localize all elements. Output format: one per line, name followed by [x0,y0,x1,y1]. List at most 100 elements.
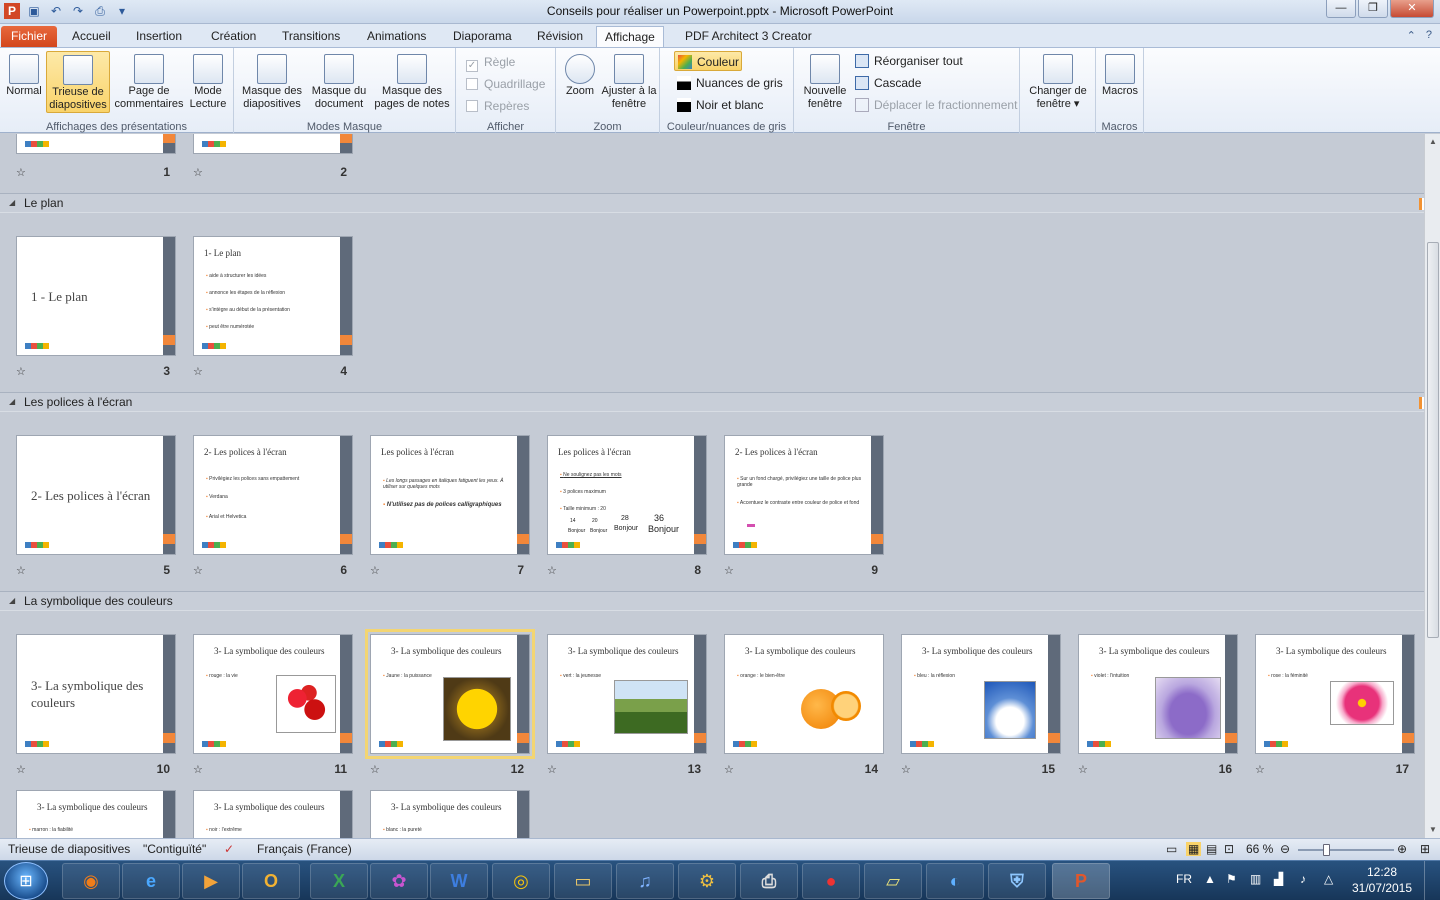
tab-design[interactable]: Création [203,26,264,48]
minimize-button[interactable]: — [1326,0,1356,18]
transition-star-icon[interactable]: ☆ [1078,763,1088,776]
slide-thumbnail-5[interactable]: 2- Les polices à l'écran [16,435,176,555]
slide-thumbnail-14[interactable]: 3- La symbolique des couleurs orange : l… [724,634,884,754]
vertical-scrollbar[interactable]: ▲ ▼ [1424,134,1440,838]
transition-star-icon[interactable]: ☆ [16,763,26,776]
color-button[interactable]: Couleur [674,51,742,71]
transition-star-icon[interactable]: ☆ [16,166,26,179]
section-header-les-polices[interactable]: ◢ Les polices à l'écran [0,392,1424,412]
slideshow-status-icon[interactable]: ⊡ [1224,842,1234,856]
tab-slideshow[interactable]: Diaporama [445,26,520,48]
slide-thumbnail-19[interactable]: 3- La symbolique des couleurs noir : l'e… [193,790,353,838]
chrome-icon[interactable]: ◎ [492,863,550,899]
collapse-triangle-icon[interactable]: ◢ [9,592,15,610]
section-header-le-plan[interactable]: ◢ Le plan [0,193,1424,213]
slide-thumbnail-6[interactable]: 2- Les polices à l'écran Privilégiez les… [193,435,353,555]
scroll-up-icon[interactable]: ▲ [1425,134,1440,150]
notes-master-button[interactable]: Masque des pages de notes [372,51,452,111]
ruler-checkbox[interactable]: ✓ Règle [466,55,515,72]
printer-icon[interactable]: ⎙ [740,863,798,899]
grayscale-button[interactable]: Nuances de gris [674,73,792,93]
minimize-ribbon-icon[interactable]: ⌃ [1407,29,1416,42]
transition-star-icon[interactable]: ☆ [193,564,203,577]
zoom-in-icon[interactable]: ⊕ [1397,842,1407,856]
zoom-slider[interactable] [1298,844,1394,856]
language-status[interactable]: Français (France) [257,842,352,856]
slide-thumbnail-1[interactable] [16,134,176,154]
clock-time[interactable]: 12:28 [1352,865,1412,879]
slide-thumbnail-20[interactable]: 3- La symbolique des couleurs blanc : la… [370,790,530,838]
google-earth-icon[interactable]: ◐ [926,863,984,899]
transition-star-icon[interactable]: ☆ [193,365,203,378]
zoom-level[interactable]: 66 % [1246,842,1273,856]
zoom-button[interactable]: Zoom [562,51,598,98]
slide-thumbnail-13[interactable]: 3- La symbolique des couleurs vert : la … [547,634,707,754]
slide-master-button[interactable]: Masque des diapositives [238,51,306,111]
slide-thumbnail-17[interactable]: 3- La symbolique des couleurs rose : la … [1255,634,1415,754]
volume-icon[interactable]: ♪ [1300,872,1306,886]
collapse-triangle-icon[interactable]: ◢ [9,194,15,212]
close-button[interactable]: ✕ [1390,0,1434,18]
tab-pdf-architect[interactable]: PDF Architect 3 Creator [677,26,820,48]
word-icon[interactable]: W [430,863,488,899]
sorter-view-status-icon[interactable]: ▦ [1186,842,1202,856]
signal-icon[interactable]: ▟ [1274,872,1283,886]
slide-sorter-view[interactable]: 1 ☆ 2 ☆ ◢ Le plan 1 - Le plan 3 ☆ 1- Le p… [0,134,1424,838]
move-split-button[interactable]: Déplacer le fractionnement [852,95,1018,115]
transition-star-icon[interactable]: ☆ [724,763,734,776]
powerpoint-taskbar-icon[interactable]: P [1052,863,1110,899]
zoom-out-icon[interactable]: ⊖ [1280,842,1290,856]
fit-slide-icon[interactable]: ⊞ [1420,842,1430,856]
input-language[interactable]: FR [1176,872,1192,886]
cascade-button[interactable]: Cascade [852,73,1012,93]
excel-icon[interactable]: X [310,863,368,899]
pdf-architect-icon[interactable]: ● [802,863,860,899]
transition-star-icon[interactable]: ☆ [547,763,557,776]
drive-icon[interactable]: △ [1324,872,1333,886]
handout-master-button[interactable]: Masque du document [306,51,372,111]
show-desktop-button[interactable] [1424,861,1440,900]
outlook-icon[interactable]: O [242,863,300,899]
picasa-icon[interactable]: ✿ [370,863,428,899]
settings-app-icon[interactable]: ⚙ [678,863,736,899]
transition-star-icon[interactable]: ☆ [901,763,911,776]
security-app-icon[interactable]: ⛨ [988,863,1046,899]
tab-animations[interactable]: Animations [359,26,434,48]
media-player-icon[interactable]: ▶ [182,863,240,899]
slide-thumbnail-18[interactable]: 3- La symbolique des couleurs marron : l… [16,790,176,838]
slide-thumbnail-11[interactable]: 3- La symbolique des couleurs rouge : la… [193,634,353,754]
slide-thumbnail-9[interactable]: 2- Les polices à l'écran Sur un fond cha… [724,435,884,555]
transition-star-icon[interactable]: ☆ [370,763,380,776]
normal-view-button[interactable]: Normal [4,51,44,98]
slide-thumbnail-15[interactable]: 3- La symbolique des couleurs bleu : la … [901,634,1061,754]
spellcheck-icon[interactable]: ✓ [224,842,234,856]
black-white-button[interactable]: Noir et blanc [674,95,774,115]
collapse-triangle-icon[interactable]: ◢ [9,393,15,411]
clock-date[interactable]: 31/07/2015 [1348,881,1416,895]
transition-star-icon[interactable]: ☆ [16,564,26,577]
file-explorer-icon[interactable]: ▭ [554,863,612,899]
scroll-down-icon[interactable]: ▼ [1425,822,1440,838]
transition-star-icon[interactable]: ☆ [16,365,26,378]
slide-thumbnail-8[interactable]: Les polices à l'écran Ne soulignez pas l… [547,435,707,555]
normal-view-status-icon[interactable]: ▭ [1166,842,1177,856]
macros-button[interactable]: Macros [1100,51,1140,98]
slide-thumbnail-7[interactable]: Les polices à l'écran Les longs passages… [370,435,530,555]
slide-thumbnail-10[interactable]: 3- La symbolique des couleurs [16,634,176,754]
slide-thumbnail-16[interactable]: 3- La symbolique des couleurs violet : l… [1078,634,1238,754]
flag-icon[interactable]: ⚑ [1226,872,1237,886]
section-header-symbolique-couleurs[interactable]: ◢ La symbolique des couleurs [0,591,1424,611]
slide-thumbnail-2[interactable] [193,134,353,154]
restore-button[interactable]: ❐ [1358,0,1388,18]
gridlines-checkbox[interactable]: Quadrillage [466,77,545,91]
new-window-button[interactable]: Nouvelle fenêtre [800,51,850,111]
reading-view-button[interactable]: Mode Lecture [186,51,230,111]
transition-star-icon[interactable]: ☆ [724,564,734,577]
tab-insert[interactable]: Insertion [128,26,190,48]
guides-checkbox[interactable]: Repères [466,99,529,113]
internet-explorer-icon[interactable]: e [122,863,180,899]
itunes-icon[interactable]: ♫ [616,863,674,899]
start-button[interactable]: ⊞ [4,862,48,900]
arrange-all-button[interactable]: Réorganiser tout [852,51,1012,71]
notes-page-button[interactable]: Page de commentaires [112,51,186,111]
